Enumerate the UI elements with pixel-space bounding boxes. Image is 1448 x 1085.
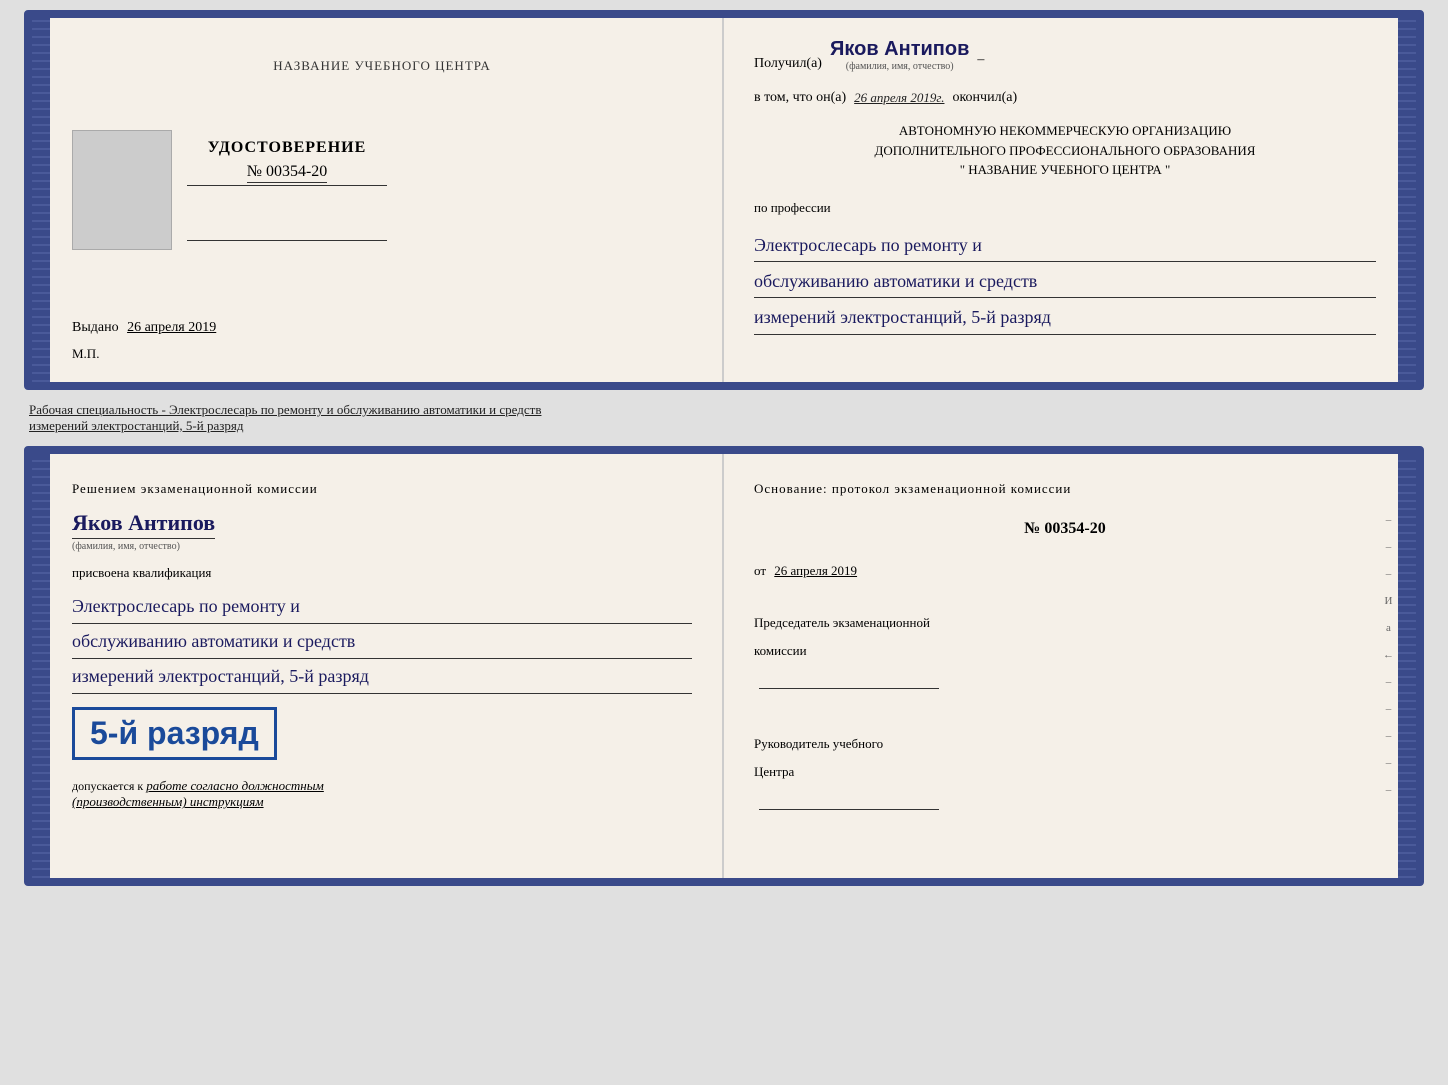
chairman-block: Председатель экзаменационной комиссии [754,609,1376,700]
profession-handwritten: Электрослесарь по ремонту и обслуживанию… [754,226,1376,335]
top-book-right: Получил(а) Яков Антипов (фамилия, имя, о… [724,18,1416,382]
right-spine-top [1398,18,1416,382]
right-spine-bottom [1398,454,1416,878]
name-subtext-top: (фамилия, имя, отчество) [846,61,954,72]
chairman-signature-line [759,688,939,689]
decision-text: Решением экзаменационной комиссии [72,479,692,500]
stamp-section: М.П. [72,346,692,362]
rank-badge: 5-й разряд [72,707,277,760]
profession-line2: обслуживанию автоматики и средств [754,265,1376,298]
director-signature-line [759,809,939,810]
qual-line3: измерений электростанций, 5-й разряд [72,659,692,694]
marker-dash7: – [1386,757,1392,769]
cert-number-section: УДОСТОВЕРЕНИЕ № 00354-20 [187,139,387,241]
org-name-left: НАЗВАНИЕ УЧЕБНОГО ЦЕНТРА [72,58,692,74]
marker-dash3: – [1386,568,1392,580]
qual-handwritten: Электрослесарь по ремонту и обслуживанию… [72,589,692,695]
confirms-prefix: в том, что он(а) [754,90,846,106]
document-container: НАЗВАНИЕ УЧЕБНОГО ЦЕНТРА УДОСТОВЕРЕНИЕ №… [24,10,1424,886]
basis-text: Основание: протокол экзаменационной коми… [754,479,1376,500]
bottom-person-section: Яков Антипов (фамилия, имя, отчество) [72,508,692,552]
org-line2: ДОПОЛНИТЕЛЬНОГО ПРОФЕССИОНАЛЬНОГО ОБРАЗО… [754,141,1376,161]
date-from-prefix: от [754,563,766,578]
bottom-person-name: Яков Антипов [72,510,215,539]
director-label: Руководитель учебного [754,730,1376,759]
date-from-section: от 26 апреля 2019 [754,563,1376,579]
marker-dash1: – [1386,514,1392,526]
cert-number: № 00354-20 [247,163,328,183]
marker-dash4: – [1386,676,1392,688]
confirms-suffix: окончил(а) [952,90,1017,106]
middle-text2: измерений электростанций, 5-й разряд [29,418,243,433]
marker-arrow: ← [1383,649,1394,661]
org-line3: " НАЗВАНИЕ УЧЕБНОГО ЦЕНТРА " [754,160,1376,180]
assigned-text: присвоена квалификация [72,565,692,581]
confirms-section: в том, что он(а) 26 апреля 2019г. окончи… [754,90,1376,106]
middle-text: Рабочая специальность - Электрослесарь п… [24,402,1424,434]
date-from: 26 апреля 2019 [774,563,857,578]
issued-date: 26 апреля 2019 [127,320,216,335]
protocol-number: № 00354-20 [754,520,1376,538]
middle-text1: Рабочая специальность - Электрослесарь п… [29,402,541,417]
admitted-text: работе согласно должностным [146,778,324,793]
profession-line3: измерений электростанций, 5-й разряд [754,301,1376,334]
director-label2: Центра [754,758,1376,787]
qual-line1: Электрослесарь по ремонту и [72,589,692,624]
rank-badge-container: 5-й разряд [72,702,692,765]
top-book-left: НАЗВАНИЕ УЧЕБНОГО ЦЕНТРА УДОСТОВЕРЕНИЕ №… [32,18,724,382]
org-line1: АВТОНОМНУЮ НЕКОММЕРЧЕСКУЮ ОРГАНИЗАЦИЮ [754,121,1376,141]
bottom-book: Решением экзаменационной комиссии Яков А… [24,446,1424,886]
confirms-date: 26 апреля 2019г. [854,90,944,106]
marker-dash8: – [1386,784,1392,796]
recipient-section: Получил(а) Яков Антипов (фамилия, имя, о… [754,38,1376,72]
bottom-name-subtext: (фамилия, имя, отчество) [72,541,180,552]
marker-i: И [1385,595,1393,607]
stamp-label: М.П. [72,346,99,361]
admitted-section: допускается к работе согласно должностны… [72,778,692,810]
bottom-book-left: Решением экзаменационной комиссии Яков А… [32,454,724,878]
org-block: АВТОНОМНУЮ НЕКОММЕРЧЕСКУЮ ОРГАНИЗАЦИЮ ДО… [754,121,1376,180]
recipient-name: Яков Антипов [830,38,969,61]
director-block: Руководитель учебного Центра [754,730,1376,821]
marker-dash2: – [1386,541,1392,553]
cert-title: УДОСТОВЕРЕНИЕ [187,139,387,157]
marker-dash6: – [1386,730,1392,742]
admitted-italic: (производственным) инструкциям [72,794,264,809]
top-book: НАЗВАНИЕ УЧЕБНОГО ЦЕНТРА УДОСТОВЕРЕНИЕ №… [24,10,1424,390]
profession-line1: Электрослесарь по ремонту и [754,229,1376,262]
bottom-book-right: Основание: протокол экзаменационной коми… [724,454,1416,878]
left-spine-bottom [32,454,50,878]
chairman-label-text: Председатель экзаменационной [754,615,930,630]
received-label: Получил(а) [754,56,822,72]
issued-label: Выдано [72,320,119,335]
photo-placeholder [72,130,172,250]
marker-dash5: – [1386,703,1392,715]
marker-a: а [1386,622,1391,634]
chairman-label: Председатель экзаменационной [754,609,1376,638]
admitted-prefix: допускается к [72,779,143,793]
director-label-text: Руководитель учебного [754,736,883,751]
qual-line2: обслуживанию автоматики и средств [72,624,692,659]
profession-label: по профессии [754,200,1376,216]
issued-section: Выдано 26 апреля 2019 [72,320,692,336]
left-spine [32,18,50,382]
chairman-label2: комиссии [754,637,1376,666]
side-markers: – – – И а ← – – – – – [1383,514,1394,796]
